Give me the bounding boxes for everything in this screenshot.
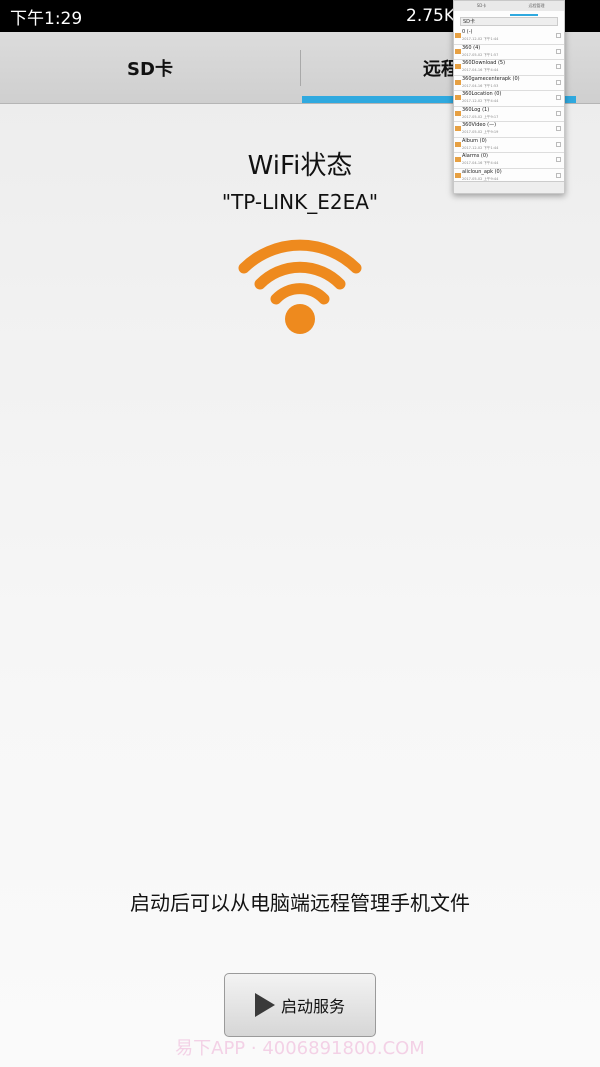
file-date: 2017-04-16 下午1:53 — [462, 83, 499, 88]
folder-icon — [455, 126, 461, 131]
folder-icon — [455, 141, 461, 147]
thumbnail-file-row: 360Location (0) 2017-12-02 下午4:44 — [454, 91, 564, 107]
wifi-icon — [238, 239, 362, 334]
hint-text: 启动后可以从电脑端远程管理手机文件 — [130, 891, 470, 915]
folder-icon — [455, 48, 461, 54]
thumbnail-tabs: SD卡 远程管理 — [454, 1, 564, 11]
checkbox — [556, 48, 561, 54]
checkbox — [556, 141, 561, 147]
recent-app-thumbnail[interactable]: SD卡 远程管理 SD卡 0 (-) 2017-12-02 下午1:44 360 (… — [453, 0, 565, 194]
file-name: 0 (-) — [462, 29, 473, 35]
checkbox — [556, 172, 561, 178]
start-service-label: 启动服务 — [280, 997, 345, 1016]
file-name: 360Location (0) — [462, 91, 502, 97]
thumbnail-path: SD卡 — [460, 17, 558, 26]
folder-icon — [455, 64, 461, 69]
thumbnail-bottom-bar — [454, 181, 564, 193]
file-name: 360Download (5) — [462, 60, 506, 66]
file-date: 2017-05-02 上午9:17 — [462, 114, 499, 119]
checkbox — [556, 110, 561, 116]
folder-icon — [455, 33, 461, 38]
thumbnail-file-row: 360Download (5) 2017-04-16 下午4:44 — [454, 60, 564, 76]
file-name: Album (0) — [462, 137, 487, 144]
thumbnail-file-list: 0 (-) 2017-12-02 下午1:44 360 (4) 2017-05-02 … — [454, 29, 564, 184]
file-date: 2017-12-02 下午1:44 — [462, 145, 499, 150]
file-date: 2017-05-02 上午9:19 — [462, 130, 499, 134]
thumbnail-tab: 远程管理 — [528, 3, 545, 8]
start-service-button[interactable]: 启动服务 — [224, 973, 376, 1037]
file-date: 2017-05-02 下午1:57 — [462, 52, 499, 57]
checkbox — [556, 157, 561, 162]
thumbnail-tab-indicator — [510, 14, 538, 16]
file-name: Alarms (0) — [462, 153, 488, 159]
checkbox — [556, 33, 561, 38]
checkbox — [556, 64, 561, 69]
file-date: 2017-12-02 下午1:44 — [462, 37, 499, 41]
thumbnail-tab: SD卡 — [476, 3, 487, 8]
folder-icon — [455, 157, 461, 162]
file-name: 360Video (—) — [462, 122, 497, 128]
wifi-arcs — [238, 239, 362, 305]
watermark: 易下APP · 4006891800.COM — [175, 1038, 425, 1059]
network-speed: 2.75K — [406, 6, 455, 26]
file-date: 2017-04-16 下午4:44 — [462, 68, 499, 72]
file-name: 360Log (1) — [462, 106, 490, 113]
thumbnail-file-row: 360Log (1) 2017-05-02 上午9:17 — [454, 106, 564, 122]
folder-icon — [455, 110, 461, 116]
thumbnail-file-row: 360 (4) 2017-05-02 下午1:57 — [454, 44, 564, 60]
status-time: 下午1:29 — [10, 8, 83, 29]
thumbnail-file-row: Alarms (0) 2017-04-16 下午4:44 — [454, 153, 564, 169]
thumbnail-file-row: 360gamecenterapk (0) 2017-04-16 下午1:53 — [454, 75, 564, 91]
folder-icon — [455, 172, 461, 178]
checkbox — [556, 95, 561, 100]
tab-sd-card[interactable]: SD卡 — [0, 32, 300, 104]
file-date: 2017-04-16 下午4:44 — [462, 161, 499, 165]
folder-icon — [455, 95, 461, 100]
file-name: alicloun_apk (0) — [462, 168, 502, 175]
thumbnail-file-row: Album (0) 2017-12-02 下午1:44 — [454, 137, 564, 153]
thumbnail-file-row: 0 (-) 2017-12-02 下午1:44 — [454, 29, 564, 45]
checkbox — [556, 126, 561, 131]
checkbox — [556, 79, 561, 85]
file-date: 2017-12-02 下午4:44 — [462, 99, 499, 103]
folder-icon — [455, 79, 461, 85]
play-icon — [254, 993, 275, 1017]
file-name: 360 (4) — [462, 44, 481, 51]
file-name: 360gamecenterapk (0) — [462, 75, 520, 82]
thumbnail-file-row: 360Video (—) 2017-05-02 上午9:19 — [454, 122, 564, 138]
